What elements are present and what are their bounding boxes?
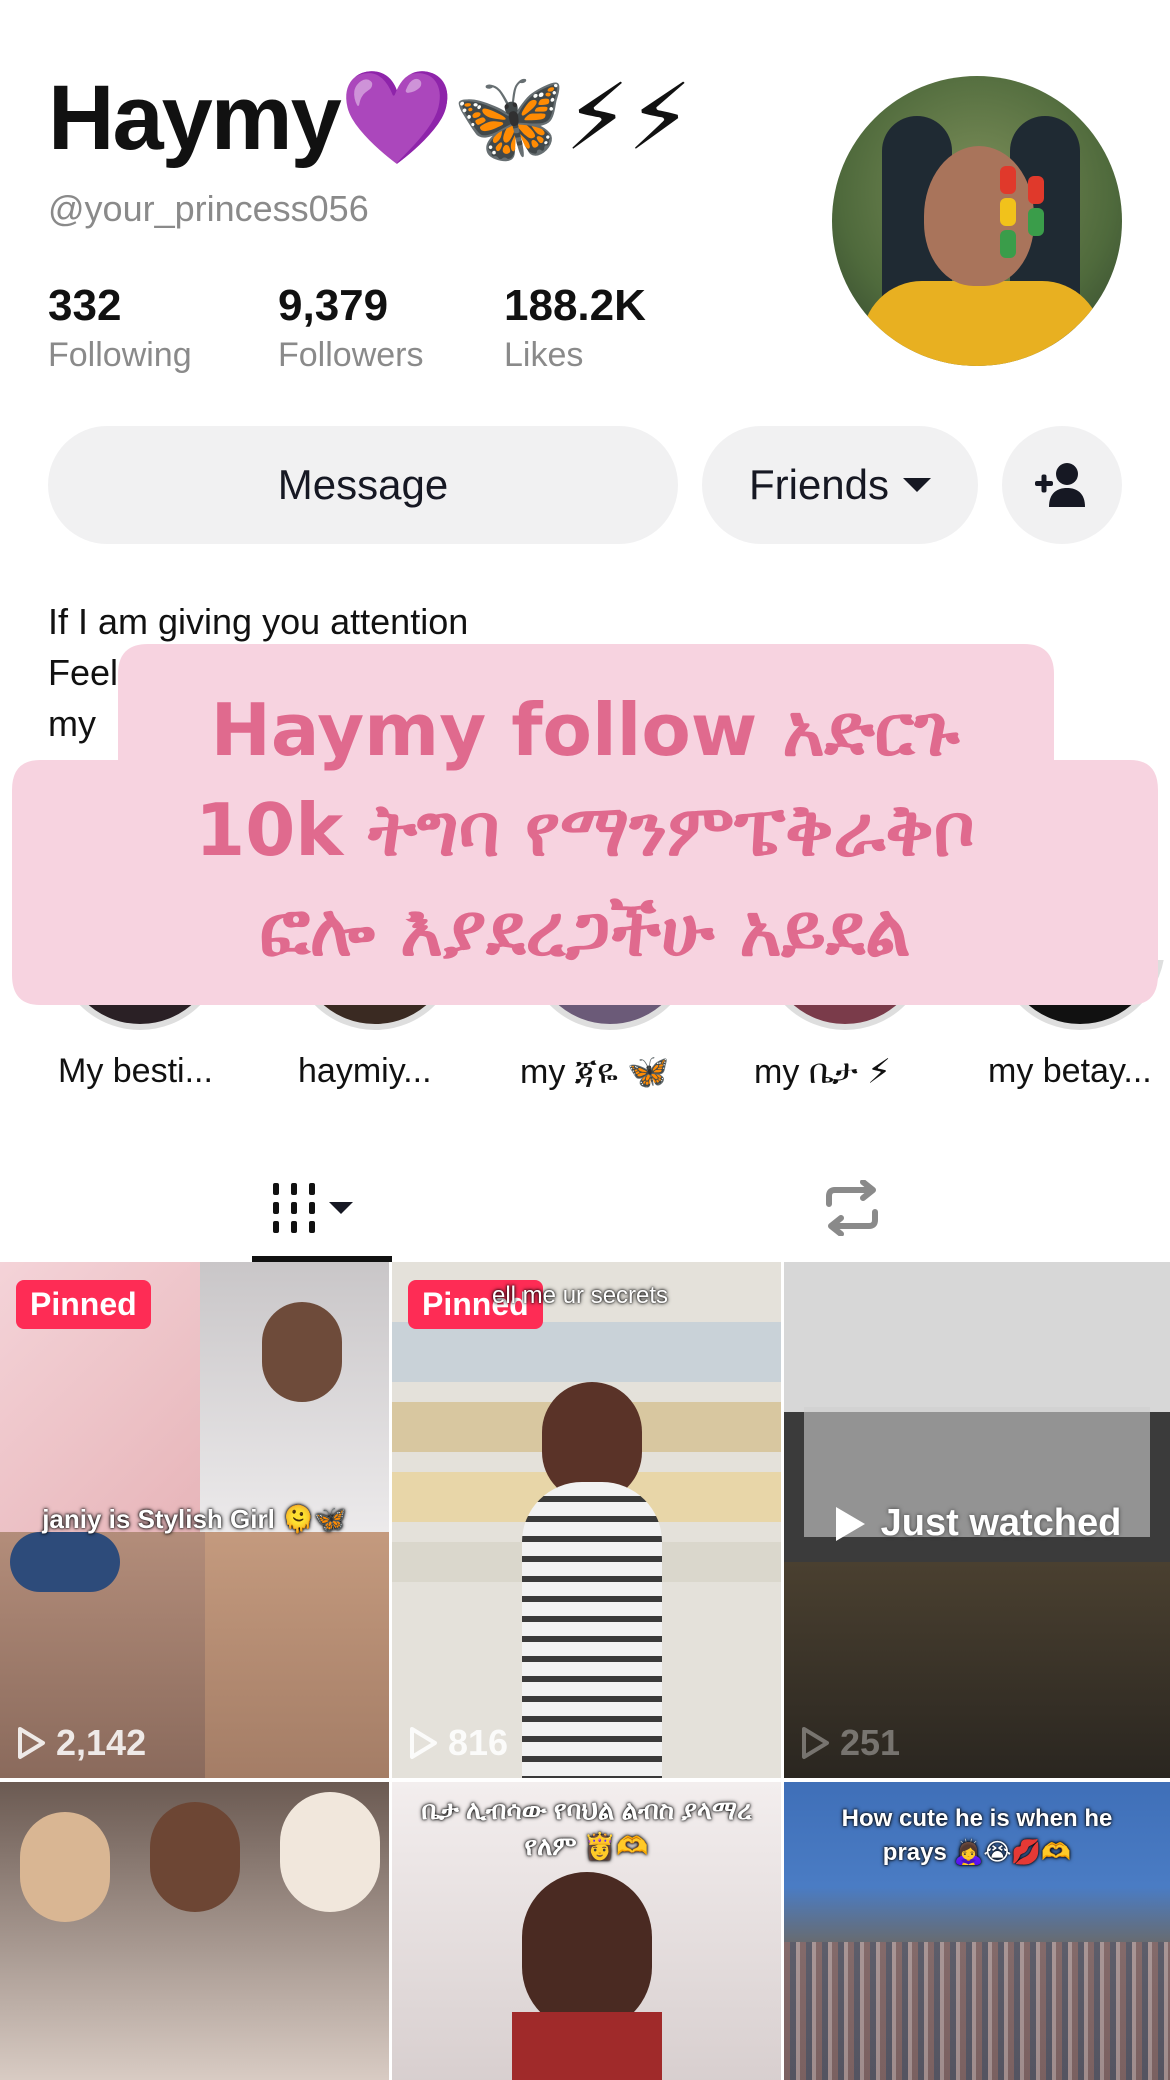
avatar-bead: [1028, 176, 1044, 204]
friends-button-label: Friends: [748, 461, 890, 508]
profile-display-name: Haymy💜🦋⚡⚡: [48, 67, 692, 169]
content-tabs: [0, 1156, 1170, 1262]
highlight-label: haymiy...: [298, 1052, 432, 1090]
grid-icon: [273, 1183, 315, 1233]
add-user-icon: [1035, 463, 1085, 507]
video-caption: How cute he is when he prays 🙇‍♀️😭💋🫶: [841, 1805, 1113, 1866]
highlight-label: my ቤታ ⚡: [754, 1053, 892, 1091]
thumb-person: [20, 1812, 110, 1922]
pinned-badge: Pinned: [16, 1280, 151, 1329]
stat-followers-value: 9,379: [278, 281, 389, 330]
play-icon: [835, 1506, 865, 1541]
thumb-shelf: [392, 1322, 781, 1382]
video-tile[interactable]: Pinned ell me ur secrets 816: [392, 1262, 781, 1778]
thumb-person: [150, 1802, 240, 1912]
tab-videos[interactable]: [232, 1156, 392, 1262]
avatar-bead: [1000, 166, 1016, 194]
stat-following-label: Following: [48, 336, 192, 375]
thumb-person: [262, 1302, 342, 1402]
video-caption: janiy is Stylish Girl 🫠🦋: [42, 1504, 347, 1534]
text-sticker-content: Haymy follow አድርጉ 10k ትግባ የማንምፔቅራቅቦ ፎሎ እ…: [195, 688, 975, 972]
video-tile[interactable]: Just watched 251: [784, 1262, 1170, 1778]
thumb-screenshot: [784, 1262, 1170, 1412]
chevron-down-icon: [903, 478, 932, 492]
stat-followers[interactable]: 9,379 Followers: [278, 281, 424, 375]
video-caption: ቤታ ሊብሳው የባህል ልብስ ያላማረ የለም 👸🫶: [421, 1795, 752, 1861]
avatar-bead: [1000, 230, 1016, 258]
view-count: 251: [840, 1722, 901, 1763]
video-caption: ell me ur secrets: [492, 1282, 669, 1309]
thumb-scene: [205, 1532, 389, 1778]
stat-likes-value: 188.2K: [504, 281, 646, 330]
just-watched-indicator: Just watched: [784, 1502, 1170, 1545]
view-count: 816: [448, 1722, 509, 1763]
thumb-cap: [10, 1532, 120, 1592]
message-button-label: Message: [277, 461, 449, 508]
avatar-bead: [1028, 208, 1044, 236]
video-tile[interactable]: ቤታ ሊብሳው የባህል ልብስ ያላማረ የለም 👸🫶: [392, 1782, 781, 2080]
text-sticker: Haymy follow አድርጉ 10k ትግባ የማንምፔቅራቅቦ ፎሎ እ…: [12, 680, 1158, 980]
video-tile[interactable]: How cute he is when he prays 🙇‍♀️😭💋🫶: [784, 1782, 1170, 2080]
play-outline-icon: [410, 1727, 437, 1759]
play-outline-icon: [18, 1727, 45, 1759]
thumb-person: [522, 1872, 652, 2032]
stat-likes-label: Likes: [504, 336, 584, 375]
tab-reposts[interactable]: [812, 1156, 892, 1260]
repost-icon: [826, 1180, 878, 1236]
profile-handle: @your_princess056: [48, 188, 369, 229]
video-tile[interactable]: Pinned janiy is Stylish Girl 🫠🦋 2,142: [0, 1262, 389, 1778]
thumb-crowd: [784, 1942, 1170, 2080]
message-button[interactable]: Message: [48, 426, 678, 544]
video-tile[interactable]: [0, 1782, 389, 2080]
thumb-person: [280, 1792, 380, 1912]
avatar[interactable]: [832, 76, 1122, 366]
highlight-label: my betay...: [988, 1052, 1152, 1090]
stat-likes[interactable]: 188.2K Likes: [504, 281, 646, 375]
play-outline-icon: [802, 1727, 829, 1759]
chevron-down-icon: [329, 1202, 353, 1214]
avatar-hoodie: [862, 281, 1102, 366]
friends-button[interactable]: Friends: [702, 426, 978, 544]
thumb-costume: [512, 2012, 662, 2080]
avatar-face: [924, 146, 1034, 286]
video-views: 2,142: [16, 1722, 146, 1764]
stat-following[interactable]: 332 Following: [48, 281, 192, 375]
avatar-bead: [1000, 198, 1016, 226]
video-views: 251: [800, 1722, 900, 1764]
highlight-label: My besti...: [58, 1052, 213, 1090]
thumb-dress: [522, 1482, 662, 1778]
stat-following-value: 332: [48, 281, 122, 330]
highlight-label: my ጃዬ 🦋: [520, 1053, 670, 1091]
add-friend-button[interactable]: [1002, 426, 1122, 544]
just-watched-label: Just watched: [880, 1502, 1122, 1544]
stat-followers-label: Followers: [278, 336, 424, 375]
view-count: 2,142: [56, 1722, 147, 1763]
video-views: 816: [408, 1722, 508, 1764]
